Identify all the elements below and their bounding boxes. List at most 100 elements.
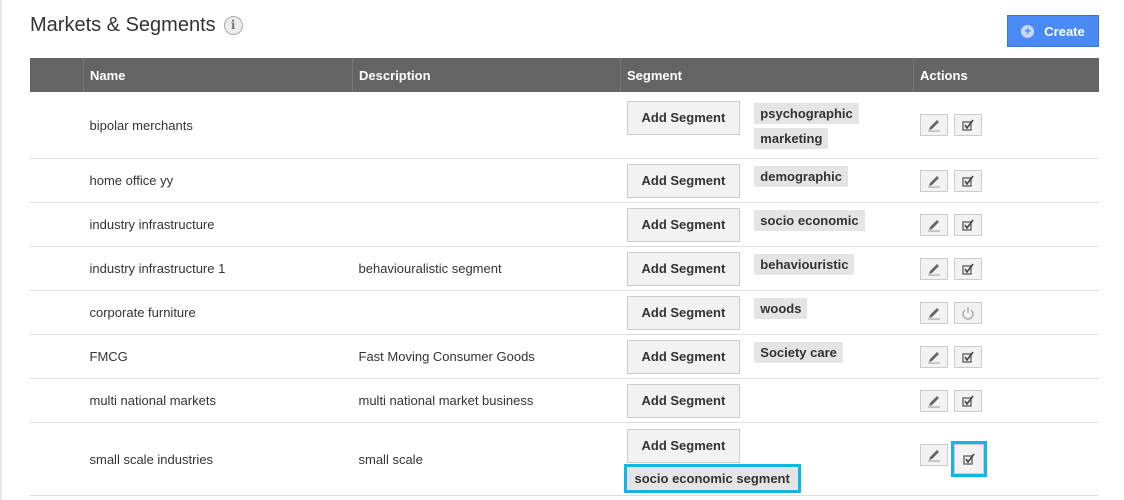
row-name: industry infrastructure [83,202,353,247]
segment-tag[interactable]: behaviouristic [754,253,855,275]
add-segment-button[interactable]: Add Segment [626,295,741,330]
row-name: multi national markets [83,378,353,423]
pencil-icon [927,394,941,408]
pencil-icon [927,350,941,364]
edit-button[interactable] [919,389,948,412]
checkbox-check-icon [962,452,976,466]
edit-button[interactable] [919,169,948,192]
add-segment-button[interactable]: Add Segment [626,428,741,463]
checkbox-check-icon [961,218,975,232]
row-name: bipolar merchants [83,92,353,159]
row-name: small scale industries [83,422,353,496]
row-description: Fast Moving Consumer Goods [352,334,621,379]
row-name: home office yy [83,158,353,203]
edit-button[interactable] [919,345,948,368]
edit-button[interactable] [919,213,948,236]
pencil-icon [927,218,941,232]
row-actions [913,378,1099,423]
header-description[interactable]: Description [352,58,621,92]
info-icon[interactable]: i [223,16,243,35]
row-description [352,202,621,247]
segment-tag[interactable]: psychographic [754,103,859,124]
page-title: Markets & Segments i [30,14,243,37]
row-actions [913,92,1099,159]
row-blank [30,246,84,291]
select-button[interactable] [953,389,982,412]
row-actions [913,334,1099,379]
header-segment[interactable]: Segment [620,58,914,92]
pencil-icon [927,262,941,276]
row-actions [913,290,1099,335]
checkbox-check-icon [961,118,975,132]
row-segment: Add Segment behaviouristic [620,246,914,291]
segment-tag[interactable]: woods [754,297,808,319]
row-actions [913,202,1099,247]
select-button[interactable] [953,345,982,368]
edit-button[interactable] [919,257,948,280]
row-name: corporate furniture [83,290,353,335]
select-button[interactable] [953,257,982,280]
pencil-icon [927,448,941,462]
row-description [352,290,621,335]
row-description: small scale [352,422,621,496]
row-name: FMCG [83,334,353,379]
segment-tag[interactable]: marketing [754,128,829,149]
segment-tag[interactable]: socio economic [754,209,865,231]
add-segment-button[interactable]: Add Segment [626,163,741,198]
add-segment-button[interactable]: Add Segment [626,101,741,135]
select-button[interactable] [953,213,982,236]
row-segment: Add Segment woods [620,290,914,335]
create-button[interactable]: + Create [1007,15,1099,47]
table-row: home office yy Add Segment demographic [30,158,1099,203]
segment-tag[interactable]: Society care [754,341,843,363]
markets-table: Name Description Segment Actions bipolar… [30,58,1099,496]
row-blank [30,92,84,159]
select-button[interactable] [953,114,982,136]
edit-button[interactable] [919,301,948,324]
table-row: small scale industries small scale Add S… [30,422,1099,496]
left-border [0,0,2,500]
add-segment-button[interactable]: Add Segment [626,251,741,286]
segment-tag[interactable]: demographic [754,165,848,187]
header-name[interactable]: Name [83,58,353,92]
table-row: bipolar merchants Add Segment psychograph… [30,92,1099,159]
edit-button[interactable] [919,114,948,136]
row-segment: Add Segment [620,378,914,423]
row-segment: Add Segment demographic [620,158,914,203]
row-name: industry infrastructure 1 [83,246,353,291]
row-description [352,92,621,159]
plus-circle-icon: + [1021,24,1035,38]
row-actions [913,246,1099,291]
select-button[interactable] [950,441,987,477]
row-actions [913,422,1099,496]
table-row: corporate furniture Add Segment woods [30,290,1099,335]
row-blank [30,202,84,247]
activate-button[interactable] [953,301,982,324]
row-segment: Add Segment socio economic segment [620,422,914,496]
row-blank [30,378,84,423]
table-row: industry infrastructure 1 behaviouralist… [30,246,1099,291]
add-segment-button[interactable]: Add Segment [626,383,741,418]
row-description: behaviouralistic segment [352,246,621,291]
row-blank [30,158,84,203]
select-button[interactable] [953,169,982,192]
pencil-icon [927,174,941,188]
row-description: multi national market business [352,378,621,423]
checkbox-check-icon [961,350,975,364]
row-segment: Add Segment psychographic marketing [620,92,914,159]
segment-tag[interactable]: socio economic segment [623,463,801,493]
table-row: industry infrastructure Add Segment socio… [30,202,1099,247]
checkbox-check-icon [961,174,975,188]
row-actions [913,158,1099,203]
table-header-row: Name Description Segment Actions [30,58,1099,92]
header-blank [30,58,84,92]
edit-button[interactable] [919,444,948,466]
row-blank [30,334,84,379]
checkbox-check-icon [961,262,975,276]
add-segment-button[interactable]: Add Segment [626,207,741,242]
row-blank [30,422,84,496]
pencil-icon [927,118,941,132]
create-label: Create [1044,23,1085,39]
row-segment: Add Segment socio economic [620,202,914,247]
add-segment-button[interactable]: Add Segment [626,339,741,374]
